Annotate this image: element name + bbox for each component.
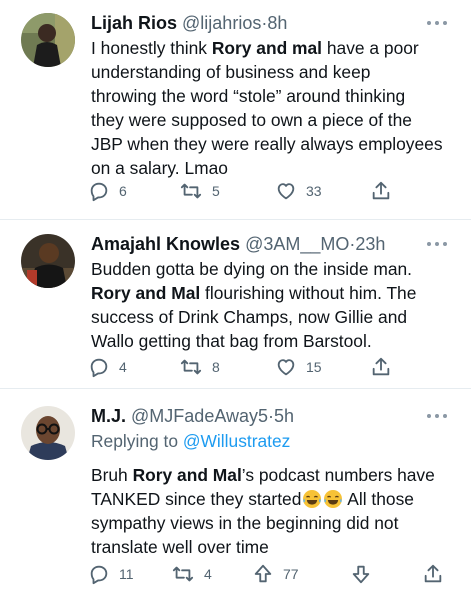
upvote-count: 77 [283,566,299,582]
reply-icon [90,182,108,202]
tweet-line: translate well over time [91,537,269,557]
reply-button[interactable]: 11 [88,561,134,587]
tweet-line: on a salary. Lmao [91,158,228,178]
share-icon [372,181,390,200]
tweet-text: Bruh Rory and Mal’s podcast numbers have… [91,463,463,559]
reply-button[interactable]: 6 [88,178,127,204]
like-count: 33 [306,183,322,199]
replying-to: Replying to @Willustratez [91,429,290,453]
user-handle[interactable]: @MJFadeAway5 [131,406,268,426]
retweet-icon [180,359,202,375]
reply-mention-link[interactable]: @Willustratez [183,431,291,451]
tweet-line: Bruh Rory and Mal’s podcast numbers have [91,465,435,485]
retweet-icon [172,566,194,582]
tweet-line: Rory and Mal flourishing without him. Th… [91,283,417,303]
retweet-count: 8 [212,359,220,375]
tweet-line: sympathy views in the beginning did not [91,513,399,533]
timestamp[interactable]: 8h [267,13,287,33]
tweet-lijah-rios[interactable]: Lijah Rios @lijahrios·8h I honestly thin… [0,0,471,219]
crying-laughing-emoji-icon [324,490,343,508]
share-button[interactable] [422,561,444,587]
tweet-amajahl-knowles[interactable]: Amajahl Knowles @3AM__MO·23h Budden gott… [0,220,471,388]
display-name[interactable]: M.J. [91,406,126,426]
avatar-photo [21,406,75,460]
like-count: 15 [306,359,322,375]
reply-count: 6 [119,183,127,199]
tweet-line: understanding of business and keep [91,62,371,82]
avatar-photo [21,13,75,67]
tweet-header: M.J. @MJFadeAway5·5h [91,403,294,429]
tweet-line: TANKED since they started All those [91,489,414,509]
tweet-header: Lijah Rios @lijahrios·8h [91,10,287,36]
tweet-line: Wallo getting that bag from Barstool. [91,331,372,351]
share-icon [424,564,442,583]
replying-label: Replying to [91,431,179,451]
tweet-mj[interactable]: M.J. @MJFadeAway5·5h Replying to @Willus… [0,389,471,600]
retweet-button[interactable]: 8 [179,354,220,380]
user-handle[interactable]: @lijahrios [182,13,261,33]
user-handle[interactable]: @3AM__MO [245,234,349,254]
display-name[interactable]: Amajahl Knowles [91,234,240,254]
tweet-line: throwing the word “stole” around thinkin… [91,86,406,106]
more-options-icon[interactable] [427,412,447,420]
reply-count: 4 [119,359,127,375]
avatar[interactable] [21,406,75,460]
retweet-button[interactable]: 4 [171,561,212,587]
more-options-icon[interactable] [427,240,447,248]
tweet-header: Amajahl Knowles @3AM__MO·23h [91,231,385,257]
display-name[interactable]: Lijah Rios [91,13,177,33]
timestamp[interactable]: 5h [274,406,294,426]
retweet-count: 4 [204,566,212,582]
downvote-button[interactable] [350,561,372,587]
avatar-photo [21,234,75,288]
heart-icon [277,359,295,376]
highlighted-term: Rory and Mal [91,283,201,303]
avatar[interactable] [21,13,75,67]
highlighted-term: Rory and mal [211,38,323,58]
timestamp[interactable]: 23h [355,234,385,254]
reply-icon [90,565,108,585]
tweet-text: I honestly think Rory and mal have a poo… [91,36,463,180]
tweet-line: they were supposed to own a piece of the [91,110,412,130]
share-icon [372,357,390,376]
tweet-line: I honestly think Rory and mal have a poo… [91,38,419,58]
retweet-button[interactable]: 5 [179,178,220,204]
retweet-icon [180,183,202,199]
tweet-text: Budden gotta be dying on the inside man.… [91,257,463,353]
upvote-arrow-icon [254,564,272,583]
reply-button[interactable]: 4 [88,354,127,380]
share-button[interactable] [370,354,392,380]
avatar[interactable] [21,234,75,288]
like-button[interactable]: 15 [275,354,322,380]
like-button[interactable]: 33 [275,178,322,204]
retweet-count: 5 [212,183,220,199]
upvote-button[interactable]: 77 [252,561,299,587]
crying-laughing-emoji-icon [303,490,322,508]
more-options-icon[interactable] [427,19,447,27]
tweet-line: success of Drink Champs, now Gillie and [91,307,408,327]
heart-icon [277,183,295,200]
tweet-line: Budden gotta be dying on the inside man. [91,259,412,279]
downvote-arrow-icon [352,565,370,584]
tweet-line: JBP when they were really always employe… [91,134,443,154]
reply-count: 11 [119,566,134,582]
highlighted-term: Rory and Mal [132,465,242,485]
share-button[interactable] [370,178,392,204]
reply-icon [90,358,108,378]
